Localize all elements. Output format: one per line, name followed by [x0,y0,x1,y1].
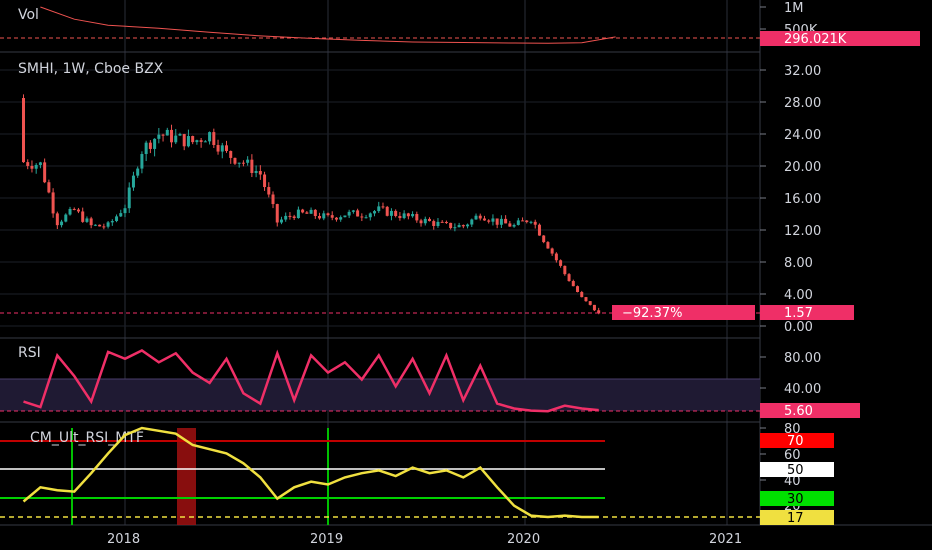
candle [542,235,546,244]
level-50-tag-text: 50 [787,463,804,478]
price-tick-label: 8.00 [784,256,813,271]
price-tick-label: 32.00 [784,64,821,79]
price-tick-label: 0.00 [784,320,813,335]
time-tick-label: 2018 [107,532,140,547]
price-pane-title: SMHI, 1W, Cboe BZX [18,61,164,77]
cm-signal-red-block [177,428,196,525]
time-tick-label: 2019 [310,532,343,547]
candle [576,285,580,293]
candle [567,273,571,282]
volume-pane-title: Vol [18,7,39,23]
candle [592,304,596,311]
time-tick-label: 2020 [507,532,540,547]
candle [588,301,592,306]
candle [64,213,68,223]
price-tick-label: 16.00 [784,192,821,207]
volume-tag-text: 296.021K [784,32,847,47]
price-tick-label: 4.00 [784,288,813,303]
candle [22,94,25,163]
price-tick-label: 28.00 [784,96,821,111]
candle [546,241,550,249]
rsi-band [0,379,760,411]
price-tick-label: 24.00 [784,128,821,143]
change-tag-text: −92.37% [622,306,682,321]
level-70-tag-text: 70 [787,434,804,449]
candle [537,223,541,236]
candle [385,205,389,217]
cm-pane-title: CM_Ult_RSI_MTF [30,430,144,446]
price-tick-label: 12.00 [784,224,821,239]
rsi-tick-label: 80.00 [784,351,821,366]
rsi-tick-label: 40.00 [784,382,821,397]
time-tick-label: 2021 [709,532,742,547]
rsi-pane-title: RSI [18,345,41,361]
candle [51,188,55,218]
price-tag-text: 1.57 [784,306,813,321]
price-tick-label: 20.00 [784,160,821,175]
rsi-tag-text: 5.60 [784,404,813,419]
candle [584,296,588,302]
cm-tick-label: 60 [784,448,801,463]
candle [343,215,347,218]
level-30-tag-text: 30 [787,492,804,507]
level-17-tag-text: 17 [787,511,804,526]
volume-tick-label: 1M [784,1,804,16]
chart-canvas: Vol SMHI, 1W, Cboe BZX RSI CM_Ult_RSI_MT… [0,0,932,550]
